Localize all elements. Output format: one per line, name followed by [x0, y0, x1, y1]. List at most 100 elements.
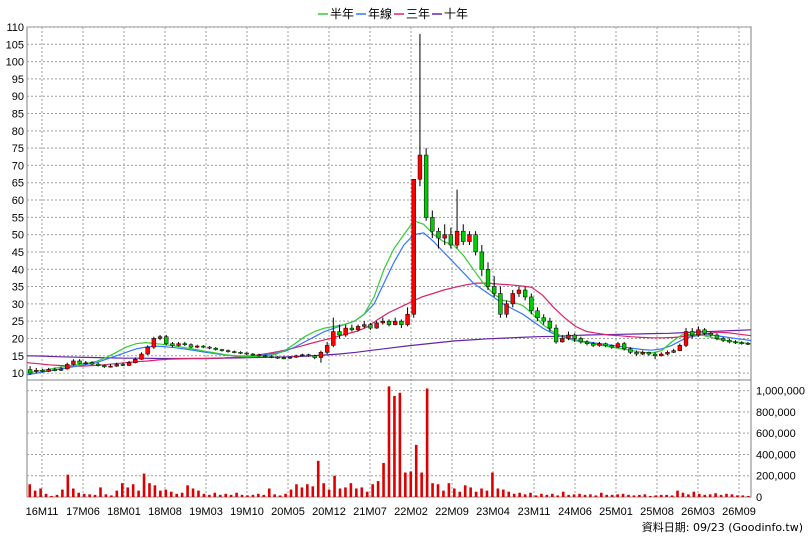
x-tick-label: 26M09: [722, 506, 756, 518]
x-tick-label: 21M07: [353, 506, 387, 518]
candle-body: [58, 368, 64, 371]
legend-label: 十年: [444, 7, 468, 21]
volume-bar: [262, 494, 266, 497]
volume-bar: [534, 495, 538, 497]
volume-bar: [278, 495, 282, 497]
candle-body: [324, 345, 330, 353]
volume-bar: [246, 495, 249, 497]
price-tick-label: 30: [12, 299, 24, 311]
chart-svg: 10 15 20 25 30 35 40 45 50 55 60 65 70 75 80 85 90 95 100 1…: [6, 6, 805, 534]
x-tick-label: 24M06: [558, 506, 592, 518]
volume-bar: [142, 473, 146, 497]
price-panel: [26, 26, 752, 381]
volume-bar: [551, 493, 554, 497]
x-tick-label: 25M08: [640, 506, 674, 518]
candle-body: [621, 343, 627, 350]
volume-bar: [393, 395, 396, 497]
volume-bar: [360, 487, 364, 497]
candle-body: [250, 353, 256, 356]
volume-bar: [741, 495, 745, 497]
volume-bar: [39, 488, 42, 497]
x-tick-label: 23M11: [518, 506, 551, 518]
candle-body: [442, 234, 447, 239]
volume-bar: [175, 493, 178, 497]
candle-body: [733, 341, 738, 344]
candle-body: [176, 343, 181, 346]
volume-bar: [404, 472, 407, 497]
candle-body: [417, 154, 423, 180]
volume-bar: [333, 475, 336, 497]
volume-bar: [409, 471, 413, 497]
volume-bar: [115, 490, 119, 497]
volume-bar: [186, 485, 189, 497]
volume-bar: [180, 492, 184, 497]
volume-tick-label: 400,000: [756, 449, 796, 461]
volume-bar: [371, 484, 374, 497]
volume-bar: [703, 494, 707, 497]
volume-bar: [420, 472, 423, 497]
volume-bar: [191, 488, 195, 497]
volume-bar: [491, 472, 494, 497]
candle-body: [591, 343, 596, 346]
volume-bar: [453, 488, 456, 497]
volume-bar: [540, 493, 543, 497]
candle: [164, 335, 169, 346]
volume-bar: [545, 494, 549, 497]
price-tick-label: 100: [6, 57, 24, 69]
candle-body: [473, 234, 478, 253]
candle-body: [46, 369, 51, 372]
candle-body: [492, 286, 497, 294]
volume-bar: [725, 493, 728, 497]
volume-bar: [208, 494, 211, 497]
candle-body: [380, 320, 385, 324]
volume-bar: [44, 493, 48, 497]
volume-bar: [387, 386, 391, 497]
price-tick-label: 90: [12, 91, 24, 103]
x-tick-label: 25M01: [599, 506, 633, 518]
candle-body: [671, 350, 676, 353]
candle-body: [541, 317, 546, 322]
legend-label: 三年: [406, 7, 430, 21]
candle-body: [683, 331, 689, 346]
volume-bar: [442, 490, 445, 497]
x-tick-label: 18M01: [107, 506, 141, 518]
candle-body: [436, 230, 441, 239]
volume-bar: [33, 490, 37, 497]
volume-tick-label: 800,000: [756, 407, 796, 419]
volume-bar: [654, 495, 658, 497]
price-tick-label: 20: [12, 333, 24, 345]
candle: [151, 336, 157, 349]
volume-bar: [197, 490, 200, 497]
x-tick-label: 22M02: [394, 506, 428, 518]
candle-body: [572, 334, 577, 339]
price-tick-label: 25: [12, 316, 24, 328]
volume-bar: [273, 494, 276, 497]
candle-body: [343, 327, 348, 336]
volume-bar: [529, 492, 532, 497]
x-tick-label: 20M05: [271, 506, 305, 518]
stock-chart: 10 15 20 25 30 35 40 45 50 55 60 65 70 75 80 85 90 95 100 1…: [0, 0, 808, 540]
candle-body: [287, 356, 293, 359]
price-tick-label: 75: [12, 143, 24, 155]
candle: [411, 179, 416, 318]
volume-bar: [523, 494, 527, 497]
volume-bar: [621, 493, 625, 497]
candle-body: [306, 354, 311, 357]
price-tick-label: 110: [6, 22, 24, 34]
volume-bar: [82, 493, 86, 497]
volume-bar: [349, 483, 353, 497]
volume-bar: [648, 495, 652, 497]
candle-body: [386, 320, 392, 325]
candle-body: [337, 331, 342, 336]
volume-bar: [235, 492, 238, 497]
candle-body: [720, 338, 726, 341]
volume-bar: [50, 495, 53, 497]
volume-bar: [77, 492, 81, 497]
x-tick-label: 16M11: [26, 506, 59, 518]
candle-body: [597, 343, 602, 346]
candle-body: [467, 234, 472, 242]
volume-tick-label: 0: [756, 492, 762, 504]
candle-body: [566, 334, 571, 339]
candle-body: [708, 333, 713, 336]
price-tick-label: 65: [12, 178, 24, 190]
